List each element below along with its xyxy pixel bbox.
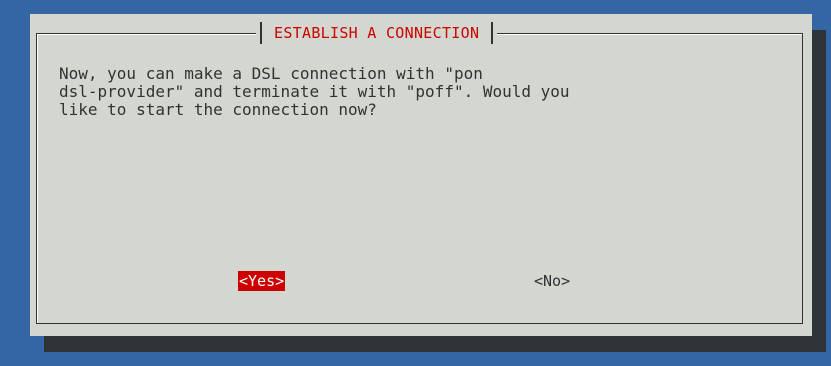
yes-button[interactable]: <Yes> — [238, 271, 286, 291]
title-right-bracket — [491, 22, 494, 44]
dialog-title-bar: ESTABLISH A CONNECTION — [256, 22, 498, 44]
dialog-title: ESTABLISH A CONNECTION — [274, 24, 480, 42]
dialog-message: Now, you can make a DSL connection with … — [59, 64, 570, 119]
connection-dialog: ESTABLISH A CONNECTION Now, you can make… — [30, 14, 812, 336]
no-button[interactable]: <No> — [533, 271, 571, 291]
